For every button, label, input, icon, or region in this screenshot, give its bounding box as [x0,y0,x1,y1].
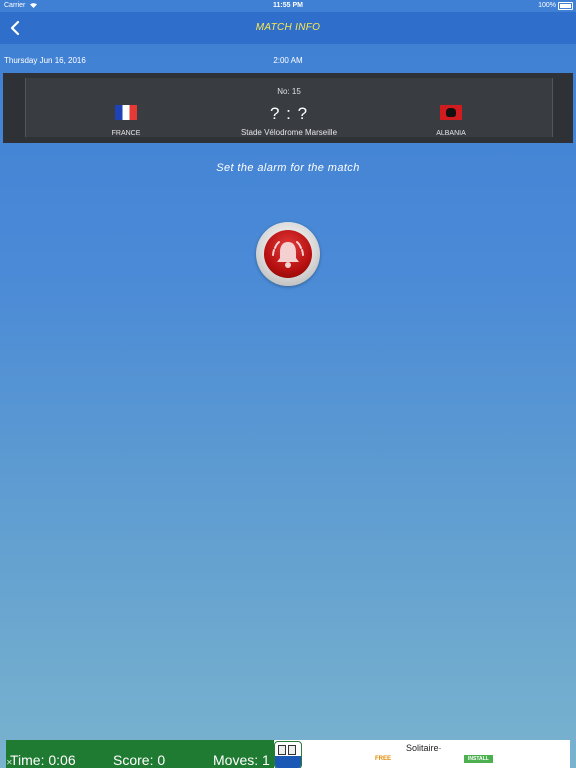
alarm-prompt: Set the alarm for the match [216,162,360,174]
nav-bar: MATCH INFO [0,12,576,44]
bell-icon [272,241,304,268]
status-bar: Carrier 11:55 PM 100% [0,0,576,12]
match-number: No: 15 [277,87,301,96]
ad-close-icon[interactable]: ✕ [6,758,18,768]
ad-moves: Moves: 1 [213,752,270,768]
ad-free-label: FREE [375,756,392,762]
ad-install-button[interactable]: INSTALL [464,755,493,763]
match-card: No: 15 FRANCE ? : ? Stade Vélodrome Mars… [25,78,553,137]
ad-title: Solitaire· [406,743,442,753]
match-score: ? : ? [269,104,309,123]
status-time: 11:55 PM [273,2,303,9]
match-time: 2:00 AM [273,56,303,65]
ad-score: Score: 0 [113,752,166,768]
albania-flag-icon [440,105,462,120]
ad-banner[interactable]: Time: 0:06 Score: 0 Moves: 1 Solitaire· … [6,740,570,768]
match-date-line: Thursday Jun 16, 2016 2:00 AM [0,56,576,68]
battery-percent: 100% [538,2,556,9]
ad-time: Time: 0:06 [10,752,76,768]
match-card-container: No: 15 FRANCE ? : ? Stade Vélodrome Mars… [3,73,573,143]
solitaire-app-icon [274,741,302,768]
page-title: MATCH INFO [255,22,321,33]
alarm-button-inner [264,230,312,278]
away-team-name: ALBANIA [436,130,466,137]
alarm-button[interactable] [256,222,320,286]
battery-icon [558,2,573,10]
ad-game-preview: Time: 0:06 Score: 0 Moves: 1 [6,740,274,768]
